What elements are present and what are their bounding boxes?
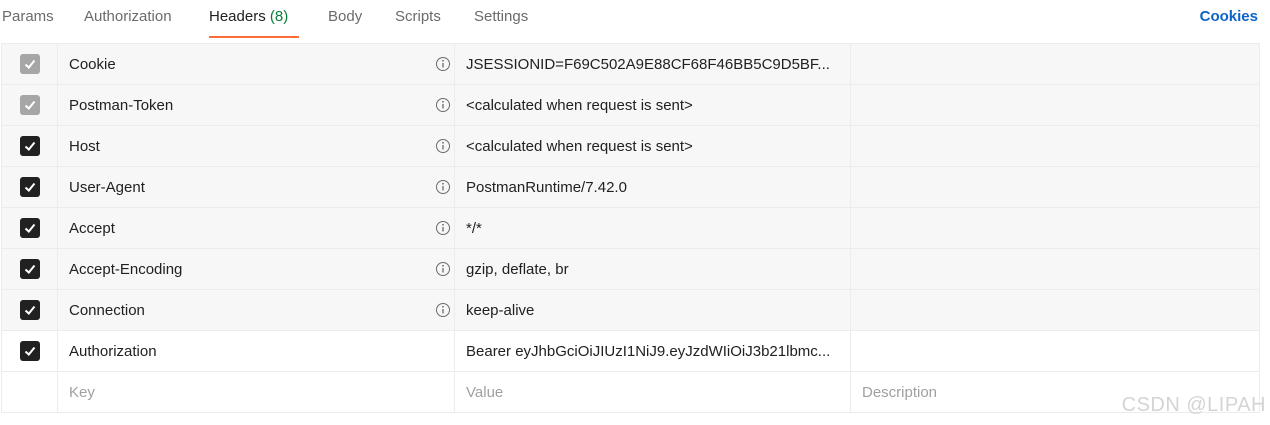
header-key-text: Cookie xyxy=(69,55,116,73)
tab-params[interactable]: Params xyxy=(2,8,54,25)
table-row: Host <calculated when request is sent> xyxy=(1,126,1260,167)
header-value[interactable]: keep-alive xyxy=(455,290,851,330)
row-checkbox-cell xyxy=(1,208,58,248)
header-key[interactable]: Host xyxy=(58,126,455,166)
new-header-row: Key Value Description xyxy=(1,372,1260,413)
header-description[interactable] xyxy=(851,44,1260,84)
headers-table: Cookie JSESSIONID=F69C502A9E88CF68F46BB5… xyxy=(1,43,1260,413)
header-description[interactable] xyxy=(851,126,1260,166)
header-value-text: Bearer eyJhbGciOiJIUzI1NiJ9.eyJzdWIiOiJ3… xyxy=(466,342,831,360)
header-key[interactable]: Accept-Encoding xyxy=(58,249,455,289)
row-checkbox-cell xyxy=(1,249,58,289)
header-description[interactable] xyxy=(851,208,1260,248)
row-checkbox[interactable] xyxy=(19,341,40,361)
active-tab-indicator xyxy=(209,36,299,38)
header-value-text: gzip, deflate, br xyxy=(466,260,569,278)
table-row: Accept */* xyxy=(1,208,1260,249)
new-key-input[interactable]: Key xyxy=(58,372,455,412)
header-key-text: Host xyxy=(69,137,100,155)
table-row: Cookie JSESSIONID=F69C502A9E88CF68F46BB5… xyxy=(1,44,1260,85)
tab-body[interactable]: Body xyxy=(328,8,362,25)
header-value-text: */* xyxy=(466,219,482,237)
header-value[interactable]: */* xyxy=(455,208,851,248)
header-value-text: JSESSIONID=F69C502A9E88CF68F46BB5C9D5BF.… xyxy=(466,55,830,73)
info-icon[interactable] xyxy=(435,220,451,236)
table-row: User-Agent PostmanRuntime/7.42.0 xyxy=(1,167,1260,208)
header-key-text: Accept-Encoding xyxy=(69,260,183,278)
cookies-link[interactable]: Cookies xyxy=(1200,8,1258,25)
header-key-text: Accept xyxy=(69,219,115,237)
header-key[interactable]: Connection xyxy=(58,290,455,330)
info-icon[interactable] xyxy=(435,97,451,113)
header-value[interactable]: Bearer eyJhbGciOiJIUzI1NiJ9.eyJzdWIiOiJ3… xyxy=(455,331,851,371)
check-icon xyxy=(24,305,35,315)
row-checkbox-cell xyxy=(1,44,58,84)
header-key[interactable]: Cookie xyxy=(58,44,455,84)
row-checkbox[interactable] xyxy=(19,177,40,197)
header-description[interactable] xyxy=(851,331,1260,371)
table-row: Connection keep-alive xyxy=(1,290,1260,331)
header-value[interactable]: <calculated when request is sent> xyxy=(455,126,851,166)
header-key-text: User-Agent xyxy=(69,178,145,196)
table-row: Authorization Bearer eyJhbGciOiJIUzI1NiJ… xyxy=(1,331,1260,372)
info-icon[interactable] xyxy=(435,302,451,318)
table-row: Accept-Encoding gzip, deflate, br xyxy=(1,249,1260,290)
check-icon xyxy=(24,346,35,356)
header-value[interactable]: JSESSIONID=F69C502A9E88CF68F46BB5C9D5BF.… xyxy=(455,44,851,84)
tab-authorization[interactable]: Authorization xyxy=(84,8,172,25)
header-value-text: <calculated when request is sent> xyxy=(466,96,693,114)
check-icon xyxy=(24,264,35,274)
header-value-text: PostmanRuntime/7.42.0 xyxy=(466,178,627,196)
header-key[interactable]: User-Agent xyxy=(58,167,455,207)
check-icon xyxy=(24,182,35,192)
header-value-text: keep-alive xyxy=(466,301,535,319)
header-key[interactable]: Postman-Token xyxy=(58,85,455,125)
check-icon xyxy=(24,141,35,151)
new-value-input[interactable]: Value xyxy=(455,372,851,412)
tab-headers[interactable]: Headers (8) xyxy=(209,8,288,25)
header-description[interactable] xyxy=(851,290,1260,330)
request-tabs: Params Authorization Headers (8) Body Sc… xyxy=(0,0,1270,38)
header-value[interactable]: <calculated when request is sent> xyxy=(455,85,851,125)
header-key-text: Connection xyxy=(69,301,145,319)
row-checkbox-cell xyxy=(1,126,58,166)
check-icon xyxy=(24,59,35,69)
info-icon[interactable] xyxy=(435,261,451,277)
watermark: CSDN @LIPAH xyxy=(1121,394,1266,416)
row-checkbox-cell xyxy=(1,85,58,125)
row-checkbox-cell xyxy=(1,290,58,330)
header-key-text: Postman-Token xyxy=(69,96,174,114)
header-value[interactable]: gzip, deflate, br xyxy=(455,249,851,289)
table-row: Postman-Token <calculated when request i… xyxy=(1,85,1260,126)
check-icon xyxy=(24,223,35,233)
header-key[interactable]: Accept xyxy=(58,208,455,248)
row-checkbox[interactable] xyxy=(19,54,40,74)
info-icon[interactable] xyxy=(435,179,451,195)
row-checkbox[interactable] xyxy=(19,218,40,238)
tab-headers-label: Headers xyxy=(209,8,266,25)
header-description[interactable] xyxy=(851,167,1260,207)
header-description[interactable] xyxy=(851,85,1260,125)
header-key-text: Authorization xyxy=(69,342,157,360)
row-checkbox[interactable] xyxy=(19,95,40,115)
row-checkbox[interactable] xyxy=(19,136,40,156)
header-value[interactable]: PostmanRuntime/7.42.0 xyxy=(455,167,851,207)
tab-settings[interactable]: Settings xyxy=(474,8,528,25)
row-checkbox-cell xyxy=(1,331,58,371)
row-checkbox-cell xyxy=(1,167,58,207)
header-description[interactable] xyxy=(851,249,1260,289)
row-checkbox-cell xyxy=(1,372,58,412)
header-key[interactable]: Authorization xyxy=(58,331,455,371)
row-checkbox[interactable] xyxy=(19,259,40,279)
tab-headers-count: (8) xyxy=(269,8,289,25)
header-value-text: <calculated when request is sent> xyxy=(466,137,693,155)
tab-scripts[interactable]: Scripts xyxy=(395,8,441,25)
info-icon[interactable] xyxy=(435,56,451,72)
check-icon xyxy=(24,100,35,110)
row-checkbox[interactable] xyxy=(19,300,40,320)
info-icon[interactable] xyxy=(435,138,451,154)
